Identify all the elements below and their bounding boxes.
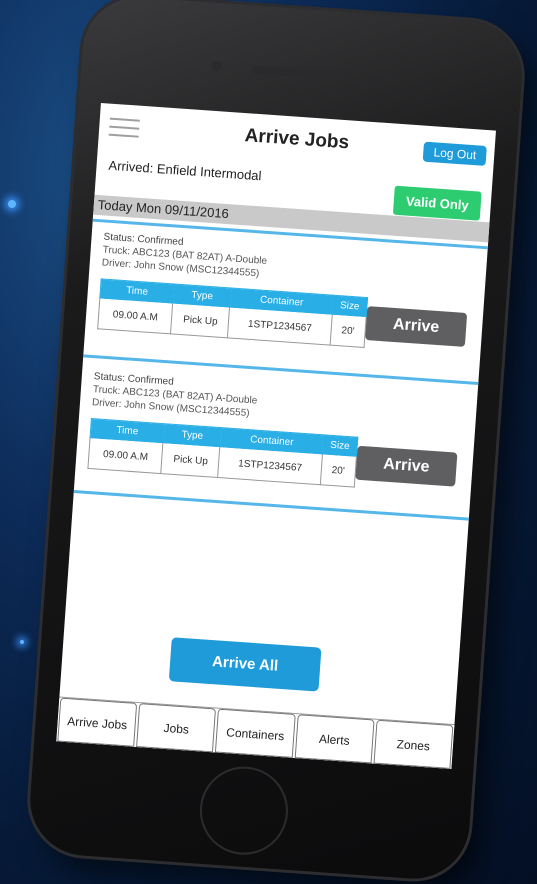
cell-size: 20' <box>320 453 357 488</box>
phone-body: Arrive Jobs Log Out Arrived: Enfield Int… <box>26 0 526 883</box>
phone-mockup: Arrive Jobs Log Out Arrived: Enfield Int… <box>0 0 537 884</box>
speaker-icon <box>251 65 332 79</box>
tab-containers[interactable]: Containers <box>215 708 296 758</box>
arrived-location: Arrived: Enfield Intermodal <box>108 157 262 184</box>
cell-container: 1STP1234567 <box>227 306 332 346</box>
camera-icon <box>211 60 223 72</box>
cell-container: 1STP1234567 <box>218 446 323 485</box>
valid-only-button[interactable]: Valid Only <box>393 185 482 221</box>
cell-time: 09.00 A.M <box>87 437 164 474</box>
tab-alerts[interactable]: Alerts <box>294 714 375 764</box>
tab-jobs[interactable]: Jobs <box>136 703 217 753</box>
arrive-button[interactable]: Arrive <box>365 306 468 347</box>
column-header-size: Size <box>331 295 368 317</box>
app-screen: Arrive Jobs Log Out Arrived: Enfield Int… <box>56 102 496 770</box>
home-button[interactable] <box>196 763 291 858</box>
column-header-size: Size <box>322 434 358 457</box>
tab-zones[interactable]: Zones <box>373 719 454 769</box>
tab-arrive-jobs[interactable]: Arrive Jobs <box>57 697 138 747</box>
cell-time: 09.00 A.M <box>97 297 173 334</box>
tab-bar: Arrive Jobs Jobs Containers Alerts Zones <box>56 696 455 770</box>
cell-size: 20' <box>329 314 367 348</box>
arrive-button[interactable]: Arrive <box>355 445 458 487</box>
job-card: Status: Confirmed Truck: ABC123 (BAT 82A… <box>87 371 465 495</box>
job-table: Time Type Container Size 09.00 A.M Pick … <box>87 418 358 488</box>
divider <box>73 490 469 521</box>
cell-type: Pick Up <box>161 442 221 478</box>
logout-button[interactable]: Log Out <box>422 141 487 166</box>
job-table: Time Type Container Size 09.00 A.M Pick … <box>97 278 368 348</box>
job-card: Status: Confirmed Truck: ABC123 (BAT 82A… <box>97 231 475 355</box>
arrive-all-button[interactable]: Arrive All <box>168 637 322 692</box>
cell-type: Pick Up <box>170 302 231 338</box>
